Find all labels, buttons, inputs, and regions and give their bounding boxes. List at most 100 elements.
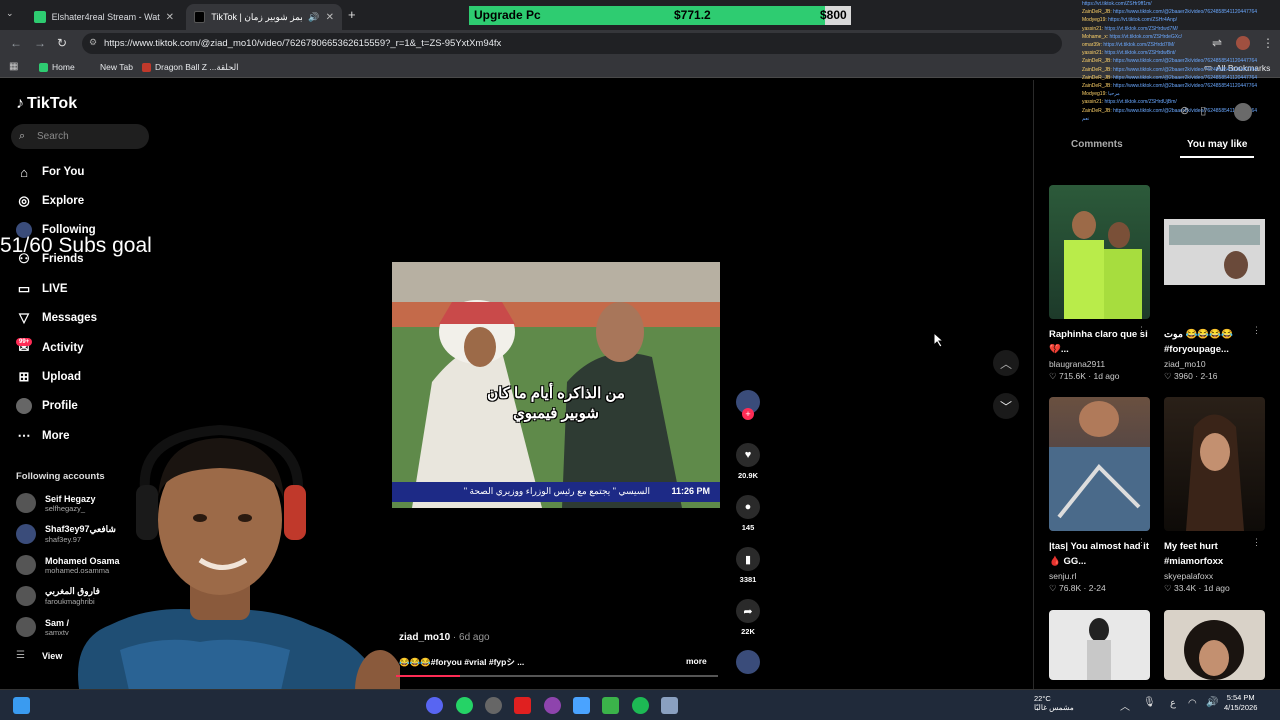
back-icon[interactable]: ← [10, 36, 22, 50]
post-age: · 6d ago [452, 632, 490, 643]
site-info-icon[interactable]: ⚙ [89, 37, 97, 48]
share-count: 22K [741, 627, 755, 636]
follow-plus-icon[interactable]: + [742, 408, 754, 420]
save-button[interactable]: ▮ 3381 [733, 547, 763, 584]
more-options-icon[interactable]: ⋮ [1137, 537, 1146, 548]
speaker-icon[interactable]: 🔊 [308, 12, 319, 23]
prev-video-button[interactable]: ︿ [993, 350, 1019, 376]
tab-tiktok[interactable]: TikTok | ميمز شوبير زمان 🔊 ✕ [186, 4, 342, 30]
video-author[interactable]: ziad_mo10 · 6d ago [399, 632, 490, 643]
apps-icon[interactable]: ▦ [9, 61, 18, 72]
card-stats: ♡ 3960 · 2-16 [1164, 371, 1218, 381]
nav-label: Messages [42, 312, 97, 324]
subs-goal-overlay: 51/60 Subs goal [0, 234, 152, 257]
card-title: موت 😂😂😂😂 #foryoupage... [1164, 329, 1233, 355]
card-stats: ♡ 715.6K · 1d ago [1049, 371, 1120, 381]
close-icon[interactable]: ✕ [166, 12, 174, 23]
activity-badge: 99+ [16, 338, 33, 346]
suggested-video-card[interactable]: |tas| You almost had it 🩸 GG... senju.rl… [1049, 397, 1150, 594]
spotify-icon[interactable] [632, 697, 649, 714]
chat-username: yassin21: [1082, 50, 1105, 57]
language-indicator[interactable]: ع [1170, 698, 1176, 709]
author-avatar-button[interactable]: + [733, 390, 763, 420]
forward-icon[interactable]: → [34, 36, 46, 50]
url-field[interactable]: ⚙ https://www.tiktok.com/@ziad_mo10/vide… [82, 33, 1062, 54]
card-author: senju.rl [1049, 571, 1077, 581]
nav-live[interactable]: ▭ LIVE [16, 281, 68, 297]
suggested-video-card[interactable]: Raphinha claro que si 💔... blaugrana2911… [1049, 185, 1150, 382]
mic-icon[interactable]: 🎙 [1143, 697, 1156, 708]
more-options-icon[interactable]: ⋮ [1252, 325, 1261, 336]
kick-icon [34, 11, 46, 23]
panel-icons: ⊘ ▯ [1180, 104, 1206, 117]
settings-icon[interactable] [661, 697, 678, 714]
comment-icon: ● [736, 495, 760, 519]
tiktok-logo[interactable]: ♪ TikTok [16, 95, 77, 113]
tab-search-icon[interactable]: ⌄ [6, 8, 14, 19]
close-icon[interactable]: ✕ [326, 12, 334, 23]
chat-text: https://www.tiktok.com/@2baaer2k/video/7… [1113, 66, 1258, 73]
bookmark-dbz[interactable]: Dragon Ball Z ...الحلقة [142, 62, 239, 73]
reload-icon[interactable]: ↻ [57, 36, 67, 50]
tray-chevron-icon[interactable]: ︿ [1120, 698, 1130, 713]
nav-upload[interactable]: ⊞ Upload [16, 369, 81, 385]
nav-label: Upload [42, 371, 81, 383]
card-author: ziad_mo10 [1164, 359, 1206, 369]
avatar[interactable] [1234, 103, 1252, 121]
more-options-icon[interactable]: ⋮ [1137, 325, 1146, 336]
windows-start-icon[interactable] [13, 697, 30, 714]
share-button[interactable]: ➦ 22K [733, 599, 763, 636]
tab-comments[interactable]: Comments [1071, 139, 1123, 150]
suggested-video-card[interactable] [1164, 610, 1265, 680]
goal-current: $771.2 [674, 8, 711, 22]
wifi-icon[interactable]: ◠ [1188, 698, 1197, 709]
card-stats: ♡ 76.8K · 2-24 [1049, 583, 1106, 593]
comment-button[interactable]: ● 145 [733, 495, 763, 532]
phone-icon[interactable]: ▯ [1200, 105, 1206, 117]
acrobat-icon[interactable] [514, 697, 531, 714]
nav-for-you[interactable]: ⌂ For You [16, 164, 84, 180]
search-input[interactable]: ⌕ Search [11, 124, 149, 149]
suggested-video-card[interactable]: موت 😂😂😂😂 #foryoupage... ziad_mo10 ♡ 3960… [1164, 185, 1265, 382]
target-icon[interactable]: ⊘ [1180, 105, 1189, 117]
more-options-icon[interactable]: ⋮ [1252, 537, 1261, 548]
suggested-video-card[interactable] [1049, 610, 1150, 680]
whatsapp-icon[interactable] [456, 697, 473, 714]
chat-message: ZainDeR_JB: https://www.tiktok.com/@2baa… [1082, 57, 1280, 65]
chat-message: yassin21: https://vt.tiktok.com/ZSHrdwBn… [1082, 49, 1280, 57]
bookmark-new-tab[interactable]: New Tab [100, 62, 133, 72]
new-tab-button[interactable]: + [348, 7, 356, 22]
chat-message: ZainDeR_JB: https://www.tiktok.com/@2baa… [1082, 8, 1280, 16]
nav-messages[interactable]: ▽ Messages [16, 310, 97, 326]
next-video-button[interactable]: ﹀ [993, 393, 1019, 419]
explorer-icon[interactable] [573, 697, 590, 714]
profile-icon [16, 398, 32, 414]
suggested-video-card[interactable]: My feet hurt #miamorfoxx skyepalafoxx ♡ … [1164, 397, 1265, 594]
taskbar-clock[interactable]: 5:54 PM 4/15/2026 [1224, 693, 1257, 713]
search-placeholder: Search [37, 131, 69, 142]
bookmark-home[interactable]: Home [39, 62, 75, 72]
like-button[interactable]: ♥ 20.9K [733, 443, 763, 480]
card-title: |tas| You almost had it 🩸 GG... [1049, 541, 1149, 567]
tab-you-may-like[interactable]: You may like [1187, 139, 1247, 150]
minecraft-icon[interactable] [602, 697, 619, 714]
chat-text: https://www.tiktok.com/@2baaer2k/video/7… [1113, 9, 1258, 16]
volume-icon[interactable]: 🔊 [1206, 697, 1218, 708]
more-button[interactable]: more [686, 656, 707, 666]
discord-icon[interactable] [426, 697, 443, 714]
tab-title: Elshater4real Stream - Watch Li [51, 12, 160, 22]
card-title: Raphinha claro que si 💔... [1049, 329, 1148, 355]
obs-icon[interactable] [544, 697, 561, 714]
chrome-icon[interactable] [485, 697, 502, 714]
nav-explore[interactable]: ◎ Explore [16, 193, 84, 209]
card-author: blaugrana2911 [1049, 359, 1106, 369]
video-player[interactable]: من الذاكره أيام ما كان شوبير فيمبوي " ال… [392, 262, 720, 508]
chat-text: https://vt.tiktok.com/ZSHrdwBnt/ [1104, 50, 1176, 57]
sound-disc[interactable] [733, 650, 763, 674]
weather-desc: مشمس غالبًا [1034, 703, 1074, 712]
chat-message: ZainDeR_JB: https://www.tiktok.com/@2baa… [1082, 66, 1280, 74]
video-progress-bar[interactable] [396, 675, 718, 677]
tab-stream[interactable]: Elshater4real Stream - Watch Li ✕ [26, 4, 182, 30]
weather-widget[interactable]: 22°C مشمس غالبًا [1034, 694, 1074, 712]
chat-text: https://vt.tiktok.com/ZSHrdd7IM/ [1103, 42, 1175, 49]
